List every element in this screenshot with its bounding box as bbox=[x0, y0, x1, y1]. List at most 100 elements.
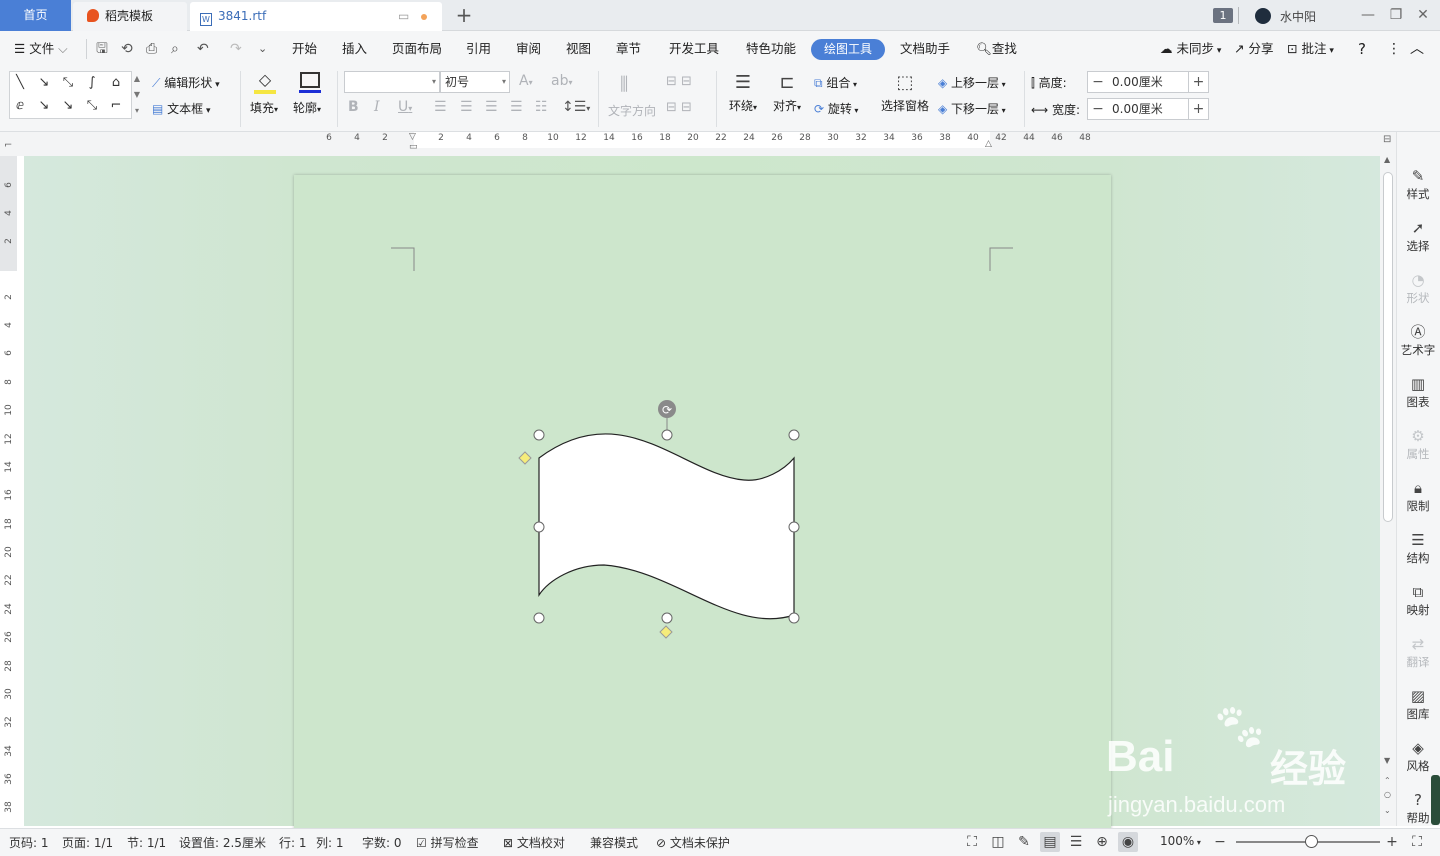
plus-icon[interactable]: + bbox=[1188, 99, 1208, 119]
scroll-up-icon[interactable]: ▲ bbox=[1384, 155, 1390, 164]
print-preview-icon[interactable]: ⌕ bbox=[171, 31, 179, 67]
adjust-handle-left[interactable] bbox=[518, 451, 532, 465]
tab-template[interactable]: 稻壳模板 bbox=[73, 2, 187, 31]
resize-handle-se[interactable] bbox=[788, 612, 800, 624]
outline-button[interactable]: 轮廓▾ bbox=[293, 72, 329, 128]
align-center-icon[interactable]: ☰ bbox=[460, 99, 473, 115]
line-spacing-icon[interactable]: ↕☰▾ bbox=[562, 99, 590, 115]
indent-marker-icon[interactable]: ▭ bbox=[409, 142, 418, 152]
compat-mode[interactable]: 兼容模式 bbox=[590, 834, 638, 851]
restore-icon[interactable]: ❐ bbox=[1384, 4, 1408, 26]
format-painter-icon[interactable]: ⟲ bbox=[121, 31, 133, 67]
menu-doc-assistant[interactable]: 文档助手 bbox=[900, 31, 950, 67]
resize-handle-sw[interactable] bbox=[533, 612, 545, 624]
menu-developer[interactable]: 开发工具 bbox=[669, 31, 719, 67]
menu-page-layout[interactable]: 页面布局 bbox=[392, 31, 442, 67]
double-arrow-shape-icon[interactable]: ⤡ bbox=[60, 75, 76, 91]
menu-view[interactable]: 视图 bbox=[566, 31, 591, 67]
wrap-button[interactable]: ☰ 环绕▾ bbox=[726, 72, 760, 114]
search-button[interactable]: 🔍︎查找 bbox=[976, 31, 1017, 67]
tab-home[interactable]: 首页 bbox=[0, 0, 71, 31]
text-align-bottom-icon[interactable]: ⊟ ⊟ bbox=[666, 100, 692, 115]
double-connector-icon[interactable]: ⤡ bbox=[84, 98, 100, 114]
bold-icon[interactable]: B bbox=[348, 99, 359, 115]
panel-item-translate[interactable]: ⇄ 翻译 bbox=[1396, 634, 1440, 670]
status-setting[interactable]: 设置值: 2.5厘米 bbox=[179, 834, 266, 851]
width-input[interactable]: −0.00厘米 + bbox=[1087, 98, 1209, 120]
resize-handle-n[interactable] bbox=[661, 429, 673, 441]
panel-item-lock[interactable]: 🔒︎ 限制 bbox=[1396, 478, 1440, 514]
adjust-handle-bottom[interactable] bbox=[659, 625, 673, 639]
menu-features[interactable]: 特色功能 bbox=[746, 31, 796, 67]
font-color-icon[interactable]: A▾ bbox=[519, 73, 533, 89]
proofread-button[interactable]: ⊠ 文档校对 bbox=[503, 834, 565, 851]
prev-page-icon[interactable]: ⌃ bbox=[1384, 776, 1391, 785]
shape-gallery[interactable]: ╲ ↘ ⤡ ∫ ⌂ ⅇ ↘ ↘ ⤡ ⌐ bbox=[9, 71, 132, 119]
menu-chapter[interactable]: 章节 bbox=[616, 31, 641, 67]
menu-reference[interactable]: 引用 bbox=[466, 31, 491, 67]
bring-forward-button[interactable]: ◈ 上移一层 ▾ bbox=[938, 74, 1006, 91]
right-indent-icon[interactable]: △ bbox=[985, 139, 992, 149]
status-pages[interactable]: 页面: 1/1 bbox=[62, 834, 113, 851]
undo-icon[interactable]: ↶ bbox=[197, 31, 209, 67]
panel-item-properties[interactable]: ⚙ 属性 bbox=[1396, 426, 1440, 462]
text-align-top-icon[interactable]: ⊟ ⊟ bbox=[666, 74, 692, 89]
plus-icon[interactable]: + bbox=[1188, 72, 1208, 92]
bent-connector-icon[interactable]: ⌐ bbox=[108, 98, 124, 114]
align-button[interactable]: ⊏ 对齐▾ bbox=[770, 72, 804, 114]
eye-protect-icon[interactable]: ◉ bbox=[1118, 832, 1138, 852]
file-menu[interactable]: ☰ 文件 ⌵ bbox=[14, 31, 68, 67]
minimize-icon[interactable]: — bbox=[1356, 4, 1380, 26]
print-icon[interactable]: ⎙ bbox=[146, 31, 157, 67]
rotate-button[interactable]: ⟳ 旋转 ▾ bbox=[814, 100, 858, 117]
status-column[interactable]: 列: 1 bbox=[316, 834, 344, 851]
selection-pane-button[interactable]: ⬚ 选择窗格 bbox=[880, 72, 930, 114]
window-count-badge[interactable]: 1 bbox=[1213, 8, 1233, 23]
page-view-icon[interactable]: ▤ bbox=[1040, 832, 1060, 852]
curve-shape-icon[interactable]: ∫ bbox=[84, 75, 100, 91]
arrow-shape-icon[interactable]: ↘ bbox=[36, 75, 52, 91]
text-direction-icon[interactable]: ⫼ bbox=[620, 74, 628, 95]
panel-item-mapping[interactable]: ⧉ 映射 bbox=[1396, 582, 1440, 618]
group-button[interactable]: ⧉ 组合 ▾ bbox=[814, 74, 857, 91]
redo-icon[interactable]: ↷ bbox=[230, 31, 242, 67]
tab-document[interactable]: W 3841.rtf ▭ bbox=[190, 2, 442, 31]
underline-icon[interactable]: U▾ bbox=[398, 99, 412, 115]
font-size-select[interactable]: 初号 ▾ bbox=[440, 71, 510, 93]
minus-icon[interactable]: − bbox=[1088, 72, 1108, 92]
align-right-icon[interactable]: ☰ bbox=[485, 99, 498, 115]
zoom-out-icon[interactable]: − bbox=[1210, 832, 1230, 852]
more-icon[interactable]: ⋮ bbox=[1387, 31, 1401, 67]
fill-button[interactable]: ◇ 填充▾ bbox=[250, 72, 280, 128]
panel-item-style[interactable]: ◈ 风格 bbox=[1396, 738, 1440, 774]
scroll-down-icon[interactable]: ▼ bbox=[1384, 756, 1390, 765]
panel-item-art-text[interactable]: Ⓐ 艺术字 bbox=[1396, 322, 1440, 358]
menu-insert[interactable]: 插入 bbox=[342, 31, 367, 67]
panel-item-pen[interactable]: ✎ 样式 bbox=[1396, 166, 1440, 202]
highlight-icon[interactable]: ab▾ bbox=[551, 73, 572, 89]
arrow-connector-icon[interactable]: ↘ bbox=[60, 98, 76, 114]
freeform-shape-icon[interactable]: ⌂ bbox=[108, 75, 124, 91]
scroll-thumb[interactable] bbox=[1383, 172, 1393, 522]
panel-item-cursor[interactable]: ➚ 选择 bbox=[1396, 218, 1440, 254]
text-direction-label[interactable]: 文字方向 bbox=[608, 102, 656, 119]
spellcheck-button[interactable]: ☑ 拼写检查 bbox=[416, 834, 479, 851]
collapse-ribbon-icon[interactable]: ︿ bbox=[1410, 31, 1424, 67]
close-icon[interactable]: ✕ bbox=[1411, 4, 1435, 26]
monitor-icon[interactable]: ▭ bbox=[398, 2, 409, 31]
customize-icon[interactable]: ⌄ bbox=[258, 31, 267, 67]
scribble-shape-icon[interactable]: ⅇ bbox=[12, 98, 28, 114]
height-input[interactable]: −0.00厘米 + bbox=[1087, 71, 1209, 93]
web-view-icon[interactable]: ⊕ bbox=[1092, 832, 1112, 852]
menu-start[interactable]: 开始 bbox=[292, 31, 317, 67]
text-box-button[interactable]: ▤ 文本框 ▾ bbox=[152, 100, 211, 117]
edit-shape-button[interactable]: ⟋ 编辑形状 ▾ bbox=[152, 74, 220, 91]
zoom-in-icon[interactable]: + bbox=[1382, 832, 1402, 852]
fit-window-icon[interactable]: ⛶ bbox=[1407, 832, 1427, 852]
resize-handle-ne[interactable] bbox=[788, 429, 800, 441]
next-page-icon[interactable]: ⌄ bbox=[1384, 806, 1391, 815]
share-button[interactable]: ↗ 分享 bbox=[1234, 31, 1273, 67]
read-mode-icon[interactable]: ◫ bbox=[988, 832, 1008, 852]
panel-item-shape[interactable]: ◔ 形状 bbox=[1396, 270, 1440, 306]
comment-button[interactable]: ⊡ 批注 ▾ bbox=[1287, 31, 1334, 67]
